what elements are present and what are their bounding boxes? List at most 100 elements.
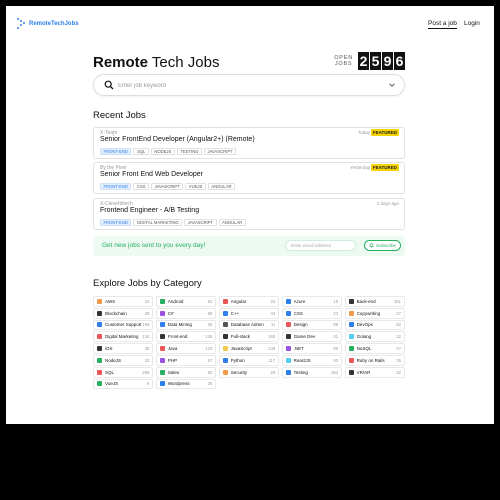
category-item[interactable]: Java 123 bbox=[155, 343, 217, 354]
category-item[interactable]: Blockchain 29 bbox=[93, 307, 154, 319]
category-name: Testing bbox=[293, 369, 308, 375]
category-icon bbox=[97, 369, 102, 375]
job-tag[interactable]: ANGULAR bbox=[207, 183, 236, 190]
job-card[interactable]: X-Cleverbitech Frontend Engineer - A/B T… bbox=[93, 198, 405, 230]
category-name: Database Admin bbox=[230, 322, 264, 328]
category-item[interactable]: VueJS 9 bbox=[93, 378, 154, 390]
category-count: 37 bbox=[396, 310, 401, 316]
category-item[interactable]: Full-stack 160 bbox=[218, 331, 280, 343]
chevron-down-icon[interactable] bbox=[388, 81, 396, 89]
category-name: Full-stack bbox=[230, 334, 251, 340]
category-count: 22 bbox=[270, 298, 276, 304]
category-item[interactable]: Golang 32 bbox=[344, 331, 405, 343]
category-count: 28 bbox=[207, 322, 213, 328]
category-item[interactable]: VR/AR 32 bbox=[344, 366, 405, 378]
job-tag[interactable]: ANGULAR bbox=[218, 219, 246, 226]
category-item[interactable]: PHP 57 bbox=[155, 354, 217, 366]
category-item[interactable]: Customer Support 194 bbox=[93, 319, 154, 331]
job-tag[interactable]: FRONT-END bbox=[100, 183, 132, 190]
category-count: 11 bbox=[270, 322, 276, 328]
category-item[interactable]: DevOps 82 bbox=[344, 319, 405, 331]
category-item[interactable]: NodeJS 23 bbox=[93, 354, 154, 366]
category-icon bbox=[222, 310, 228, 316]
job-date: 2 days ago bbox=[376, 201, 399, 206]
category-count: 134 bbox=[142, 334, 150, 340]
counter-digit: 6 bbox=[394, 52, 405, 70]
category-item[interactable]: SQL 259 bbox=[93, 366, 154, 378]
job-title[interactable]: Senior FrontEnd Developer (Angular2+) (R… bbox=[100, 136, 255, 143]
search-bar[interactable] bbox=[93, 74, 405, 96]
category-item[interactable]: C# 66 bbox=[155, 307, 217, 319]
subscribe-button-label: Subscribe bbox=[375, 243, 396, 248]
job-tag[interactable]: CSS bbox=[133, 183, 150, 190]
category-item[interactable]: Copywriting 37 bbox=[344, 307, 405, 319]
category-item[interactable]: Azure 18 bbox=[281, 296, 343, 307]
recent-jobs-heading: Recent Jobs bbox=[93, 110, 146, 121]
logo[interactable]: RemoteTechJobs bbox=[17, 18, 79, 29]
subscribe-button[interactable]: Subscribe bbox=[364, 240, 401, 251]
category-item[interactable]: Wordpress 25 bbox=[155, 378, 217, 390]
job-title[interactable]: Frontend Engineer - A/B Testing bbox=[100, 207, 199, 214]
job-tag[interactable]: NODEJS bbox=[150, 148, 175, 155]
job-tag[interactable]: JAVASCRIPT bbox=[184, 219, 217, 226]
job-card[interactable]: By the Pixel Senior Front End Web Develo… bbox=[93, 162, 405, 194]
category-item[interactable]: Sales 82 bbox=[155, 366, 217, 378]
category-item[interactable]: Data Mining 28 bbox=[155, 319, 217, 331]
category-item[interactable]: Back-end 151 bbox=[344, 296, 405, 307]
category-count: 23 bbox=[333, 310, 339, 316]
category-item[interactable]: JavaScript 136 bbox=[218, 343, 280, 354]
job-tag[interactable]: JAVASCRIPT bbox=[151, 183, 184, 190]
category-name: DevOps bbox=[356, 322, 373, 328]
category-item[interactable]: NoSQL 27 bbox=[344, 343, 405, 354]
category-icon bbox=[285, 357, 291, 363]
category-name: Back-end bbox=[356, 298, 376, 304]
category-count: 24 bbox=[144, 298, 150, 304]
category-grid: AWS 24 Android 62 Angular 22 Azure 18 Back-end 15… bbox=[93, 296, 405, 390]
job-tag[interactable]: SQL bbox=[133, 148, 149, 155]
category-item[interactable]: Angular 22 bbox=[218, 296, 280, 307]
category-name: C# bbox=[167, 310, 174, 316]
post-job-link[interactable]: Post a job bbox=[428, 20, 457, 29]
category-item[interactable]: Front-end 136 bbox=[155, 331, 217, 343]
category-item[interactable]: Database Admin 11 bbox=[218, 319, 280, 331]
category-item[interactable]: .NET 80 bbox=[281, 343, 343, 354]
category-item[interactable]: AWS 24 bbox=[93, 296, 154, 307]
category-item[interactable]: ReactJS 93 bbox=[281, 354, 343, 366]
featured-badge: FEATURED bbox=[370, 129, 399, 136]
job-tag[interactable]: FRONT-END bbox=[100, 148, 132, 155]
job-tag[interactable]: JAVASCRIPT bbox=[203, 148, 237, 155]
job-tag[interactable]: FRONT-END bbox=[100, 219, 132, 226]
category-icon bbox=[348, 357, 354, 363]
category-icon bbox=[97, 334, 102, 340]
category-count: 35 bbox=[396, 357, 401, 363]
category-name: Android bbox=[167, 298, 184, 304]
job-tag[interactable]: VUEJS bbox=[185, 183, 206, 190]
category-item[interactable]: Design 88 bbox=[281, 319, 343, 331]
category-item[interactable]: iOS 35 bbox=[93, 343, 154, 354]
category-icon bbox=[97, 381, 102, 387]
job-tag[interactable]: DIGITAL MARKETING bbox=[133, 219, 183, 226]
category-item[interactable]: Python 117 bbox=[218, 354, 280, 366]
counter-digits: 2 5 9 6 bbox=[358, 52, 405, 70]
email-field[interactable] bbox=[285, 240, 356, 251]
category-item[interactable]: Security 28 bbox=[218, 366, 280, 378]
category-item[interactable]: Digital Marketing 134 bbox=[93, 331, 154, 343]
category-item[interactable]: Android 62 bbox=[155, 296, 217, 307]
category-icon bbox=[222, 369, 228, 375]
category-item[interactable]: Testing 164 bbox=[281, 366, 343, 378]
job-tag[interactable]: TESTING bbox=[176, 148, 202, 155]
category-item[interactable]: CSS 23 bbox=[281, 307, 343, 319]
category-count: 259 bbox=[142, 369, 150, 375]
search-input[interactable] bbox=[118, 79, 378, 92]
category-item[interactable]: C++ 43 bbox=[218, 307, 280, 319]
category-count: 32 bbox=[396, 369, 401, 375]
category-name: CSS bbox=[293, 310, 303, 316]
job-card[interactable]: X-Team Senior FrontEnd Developer (Angula… bbox=[93, 127, 405, 159]
category-icon bbox=[159, 346, 165, 352]
job-title[interactable]: Senior Front End Web Developer bbox=[100, 171, 203, 178]
category-item[interactable]: Ruby on Rails 35 bbox=[344, 354, 405, 366]
category-count: 25 bbox=[207, 381, 213, 387]
category-icon bbox=[285, 322, 291, 328]
login-link[interactable]: Login bbox=[464, 20, 480, 28]
category-item[interactable]: Game Dev 31 bbox=[281, 331, 343, 343]
